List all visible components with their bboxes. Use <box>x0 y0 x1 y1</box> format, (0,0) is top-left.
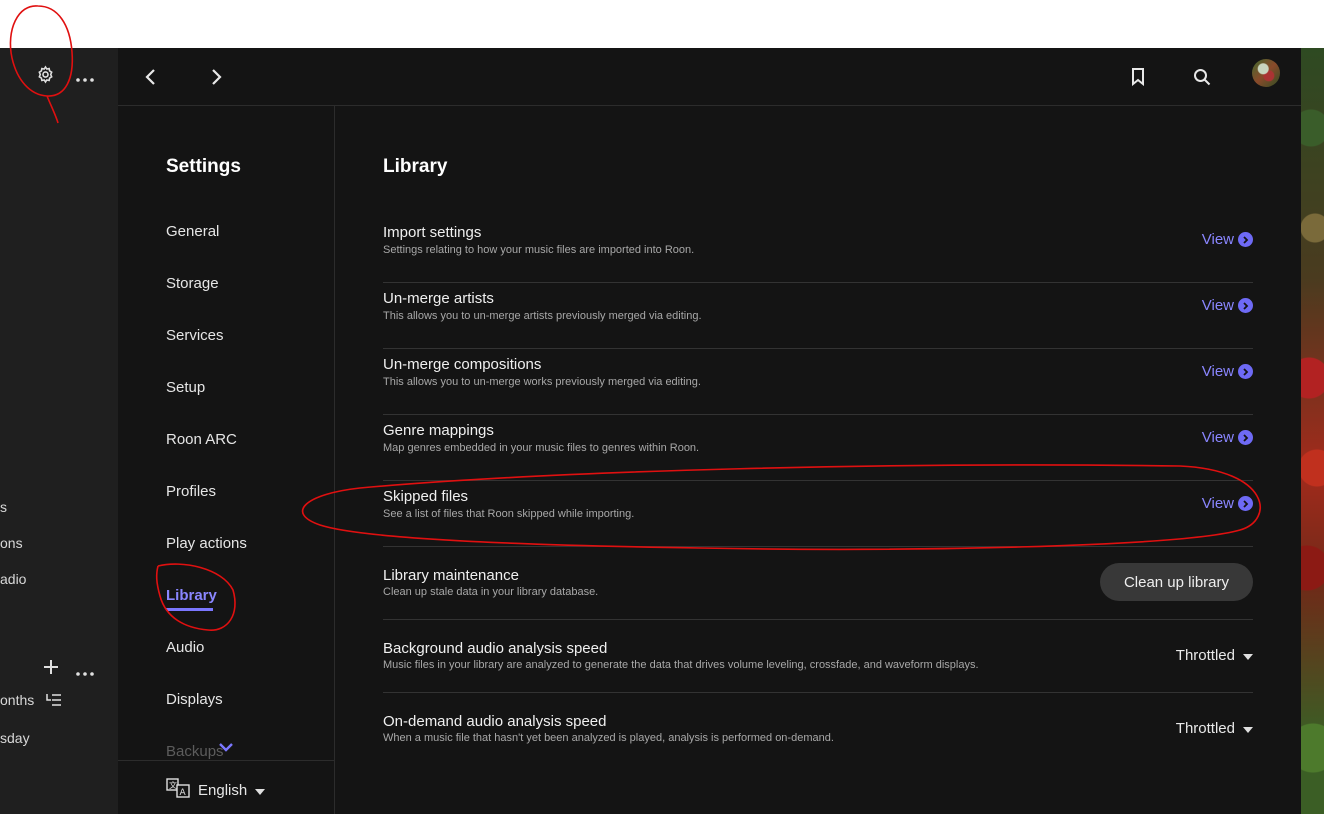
sidebar-item-library[interactable]: Library <box>166 587 217 604</box>
sidebar-item-roon-arc[interactable]: Roon ARC <box>166 431 237 448</box>
settings-row-library-maintenance: Library maintenance Clean up stale data … <box>383 546 1253 620</box>
sidebar-item-general[interactable]: General <box>166 223 219 240</box>
settings-row-import-settings: Import settings Settings relating to how… <box>383 216 1253 283</box>
settings-sidebar: Settings General Storage Services Setup … <box>118 106 335 814</box>
row-description: Music files in your library are analyzed… <box>383 659 979 671</box>
sidebar-item-storage[interactable]: Storage <box>166 275 219 292</box>
on-demand-speed-dropdown[interactable]: Throttled <box>1176 720 1253 737</box>
search-icon <box>1193 68 1211 86</box>
view-label: View <box>1201 363 1234 380</box>
left-nav-item-partial[interactable]: ons <box>0 535 23 551</box>
row-title: On-demand audio analysis speed <box>383 713 607 730</box>
chevron-left-icon <box>144 68 156 86</box>
row-title: Skipped files <box>383 488 469 505</box>
left-nav-item-partial[interactable]: sday <box>0 730 30 746</box>
chevron-right-circle-icon <box>1238 364 1253 379</box>
view-button[interactable]: View <box>1202 363 1253 380</box>
view-label: View <box>1201 231 1234 248</box>
chevron-right-circle-icon <box>1238 496 1253 511</box>
row-description: Map genres embedded in your music files … <box>383 442 700 454</box>
roon-settings-window: Settings General Storage Services Setup … <box>118 48 1301 814</box>
forward-button[interactable] <box>202 62 232 92</box>
more-options-icon[interactable] <box>76 664 94 682</box>
chevron-right-icon <box>211 68 223 86</box>
chevron-right-circle-icon <box>1238 430 1253 445</box>
row-title: Import settings <box>383 224 482 241</box>
svg-text:A: A <box>180 788 187 798</box>
sidebar-item-audio[interactable]: Audio <box>166 639 204 656</box>
view-label: View <box>1201 429 1234 446</box>
left-nav-panel: s ons adio onths sday <box>0 48 118 814</box>
settings-row-unmerge-compositions: Un-merge compositions This allows you to… <box>383 348 1253 415</box>
view-label: View <box>1201 495 1234 512</box>
view-button[interactable]: View <box>1202 297 1253 314</box>
screen-top-margin <box>0 0 1324 48</box>
row-description: Settings relating to how your music file… <box>383 244 695 256</box>
view-button[interactable]: View <box>1202 495 1253 512</box>
settings-row-on-demand-analysis-speed: On-demand audio analysis speed When a mu… <box>383 692 1253 765</box>
dropdown-value: Throttled <box>1175 647 1235 664</box>
settings-title: Settings <box>166 156 241 177</box>
row-title: Un-merge artists <box>383 290 494 307</box>
divider <box>118 760 334 761</box>
left-nav-item-partial[interactable]: s <box>0 499 7 515</box>
language-label: English <box>198 781 248 799</box>
sidebar-item-play-actions[interactable]: Play actions <box>166 535 247 552</box>
top-bar <box>118 48 1301 106</box>
translate-icon: 文A <box>166 778 190 802</box>
row-description: This allows you to un-merge artists prev… <box>383 310 702 322</box>
row-title: Background audio analysis speed <box>383 640 608 657</box>
row-description: When a music file that hasn't yet been a… <box>383 732 834 744</box>
row-description: See a list of files that Roon skipped wh… <box>383 508 635 520</box>
sidebar-item-backups[interactable]: Backups <box>166 743 224 760</box>
settings-row-background-analysis-speed: Background audio analysis speed Music fi… <box>383 619 1253 693</box>
add-icon[interactable] <box>43 659 59 680</box>
settings-row-genre-mappings: Genre mappings Map genres embedded in yo… <box>383 414 1253 481</box>
sidebar-item-displays[interactable]: Displays <box>166 691 223 708</box>
back-button[interactable] <box>135 62 165 92</box>
settings-gear-icon[interactable] <box>36 65 55 89</box>
row-title: Library maintenance <box>383 567 519 584</box>
caret-down-icon <box>1243 720 1253 737</box>
caret-down-icon <box>255 782 266 799</box>
more-options-icon[interactable] <box>76 70 94 88</box>
page-title: Library <box>383 156 448 177</box>
row-title: Un-merge compositions <box>383 356 542 373</box>
background-photo <box>1301 48 1324 814</box>
view-button[interactable]: View <box>1202 429 1253 446</box>
dropdown-value: Throttled <box>1175 720 1235 737</box>
active-tab-indicator <box>166 608 213 611</box>
bookmark-button[interactable] <box>1123 62 1153 92</box>
row-title: Genre mappings <box>383 422 494 439</box>
background-speed-dropdown[interactable]: Throttled <box>1176 647 1253 664</box>
left-nav-item-partial[interactable]: onths <box>0 692 34 708</box>
view-button[interactable]: View <box>1202 231 1253 248</box>
row-description: Clean up stale data in your library data… <box>383 586 599 598</box>
queue-list-icon[interactable] <box>46 693 62 712</box>
bookmark-icon <box>1131 68 1145 86</box>
chevron-right-circle-icon <box>1238 298 1253 313</box>
language-selector[interactable]: 文A English <box>166 778 266 802</box>
chevron-right-circle-icon <box>1238 232 1253 247</box>
row-description: This allows you to un-merge works previo… <box>383 376 701 388</box>
settings-row-unmerge-artists: Un-merge artists This allows you to un-m… <box>383 282 1253 349</box>
sidebar-item-services[interactable]: Services <box>166 327 224 344</box>
avatar[interactable] <box>1252 59 1280 87</box>
sidebar-item-setup[interactable]: Setup <box>166 379 205 396</box>
view-label: View <box>1201 297 1234 314</box>
clean-up-library-button[interactable]: Clean up library <box>1099 563 1253 601</box>
settings-row-skipped-files: Skipped files See a list of files that R… <box>383 480 1253 547</box>
scroll-more-chevron-down-icon[interactable] <box>219 739 233 757</box>
left-nav-item-partial[interactable]: adio <box>0 571 26 587</box>
svg-text:文: 文 <box>169 780 177 790</box>
sidebar-item-profiles[interactable]: Profiles <box>166 483 216 500</box>
caret-down-icon <box>1243 647 1253 664</box>
search-button[interactable] <box>1187 62 1217 92</box>
